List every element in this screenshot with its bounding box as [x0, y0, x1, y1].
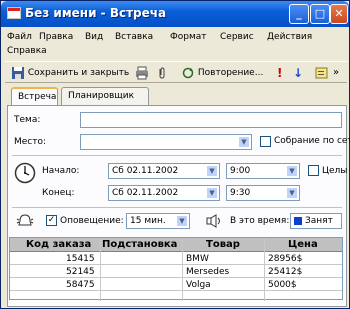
close-button[interactable]: ✕	[330, 4, 348, 24]
table-row[interactable]: 52145 Mersedes 25412$	[10, 266, 342, 278]
end-time-value: 9:30	[230, 188, 251, 198]
reminder-combobox[interactable]: 15 мин. ▼	[126, 213, 190, 229]
chevron-down-icon[interactable]: ▼	[206, 165, 218, 177]
print-button[interactable]	[135, 65, 149, 81]
table-row[interactable]: 15415 BMW 28956$	[10, 253, 342, 265]
attach-button[interactable]	[155, 65, 169, 81]
menu-edit[interactable]: Правка	[39, 32, 73, 42]
recurrence-label: Повторение...	[197, 68, 264, 78]
importance-high-button[interactable]: !	[277, 65, 282, 81]
menu-view[interactable]: Вид	[85, 32, 103, 42]
location-label: Место:	[14, 137, 47, 147]
table-cell: Mersedes	[186, 267, 230, 277]
busy-swatch	[294, 216, 302, 225]
menu-insert[interactable]: Вставка	[115, 32, 153, 42]
window-title: Без имени - Встреча	[25, 6, 167, 20]
start-label: Начало:	[42, 166, 80, 176]
start-time-field[interactable]: 9:00 ▼	[226, 163, 300, 179]
show-as-label: В это время:	[230, 216, 290, 226]
save-and-close-button[interactable]: Сохранить и закрыть	[11, 65, 129, 81]
divider	[12, 207, 342, 208]
menu-format[interactable]: Формат	[170, 32, 207, 42]
reminder-value: 15 мин.	[130, 216, 166, 226]
table-header: Код заказа Подстановка Товар Цена	[10, 238, 342, 252]
save-icon	[11, 66, 25, 80]
table-cell: 25412$	[268, 267, 303, 277]
title-bar[interactable]: Без имени - Встреча _ □ ✕	[1, 1, 349, 27]
menu-help[interactable]: Справка	[7, 46, 47, 56]
chevron-down-icon[interactable]: ▼	[238, 136, 250, 148]
recurrence-button[interactable]: Повторение...	[181, 65, 263, 81]
categories-icon	[315, 66, 329, 80]
table-row[interactable]: 58475 Volga 5000$	[10, 279, 342, 291]
table-cell: 52145	[66, 267, 95, 277]
table-cell: Volga	[186, 280, 211, 290]
appointment-window: Без имени - Встреча _ □ ✕ Файл Правка Ви…	[0, 0, 350, 309]
menu-actions[interactable]: Действия	[267, 32, 312, 42]
table-cell: BMW	[186, 254, 209, 264]
menu-tools[interactable]: Сервис	[220, 32, 254, 42]
maximize-button[interactable]: □	[310, 4, 330, 24]
paperclip-icon	[155, 66, 169, 80]
subject-input[interactable]	[80, 112, 342, 128]
start-date-field[interactable]: Сб 02.11.2002 ▼	[108, 163, 220, 179]
tab-appointment[interactable]: Встреча	[11, 87, 58, 106]
show-as-value: Занят	[305, 216, 333, 226]
all-day-label: Целы	[322, 166, 348, 176]
importance-low-button[interactable]: ↓	[293, 65, 303, 81]
categories-button[interactable]	[315, 65, 329, 81]
menu-file[interactable]: Файл	[7, 32, 32, 42]
clock-icon	[14, 162, 36, 184]
menu-bar: Файл Правка Вид Вставка Формат Сервис Де…	[5, 29, 347, 59]
table-cell: 58475	[66, 280, 95, 290]
online-meeting-label: Собрание по сет	[274, 136, 350, 146]
divider	[12, 155, 342, 156]
tab-scheduling[interactable]: Планировщик	[61, 87, 149, 105]
location-combobox[interactable]: ▼	[80, 134, 252, 150]
reminder-checkbox[interactable]: ✓	[46, 215, 57, 226]
orders-table: Код заказа Подстановка Товар Цена 15415 …	[9, 237, 343, 301]
all-day-checkbox[interactable]	[308, 165, 319, 176]
online-meeting-checkbox[interactable]	[260, 136, 271, 147]
chevron-down-icon[interactable]: ▼	[286, 187, 298, 199]
reminder-label: Оповещение:	[60, 216, 124, 226]
recurrence-icon	[181, 66, 195, 80]
bell-icon	[16, 213, 34, 229]
chevron-down-icon[interactable]: ▼	[286, 165, 298, 177]
table-cell: 5000$	[268, 280, 297, 290]
column-header[interactable]: Товар	[206, 239, 240, 250]
subject-label: Тема:	[14, 115, 41, 125]
toolbar-overflow-icon[interactable]: »	[333, 65, 339, 81]
printer-icon	[135, 66, 149, 80]
toolbar: Сохранить и закрыть Повторение... ! ↓ »	[5, 61, 347, 83]
end-date-field[interactable]: Сб 02.11.2002 ▼	[108, 185, 220, 201]
chevron-down-icon[interactable]: ▼	[176, 215, 188, 227]
show-as-combobox[interactable]: Занят	[290, 213, 342, 229]
minimize-button[interactable]: _	[289, 4, 309, 24]
table-cell: 28956$	[268, 254, 303, 264]
chevron-down-icon[interactable]: ▼	[206, 187, 218, 199]
end-time-field[interactable]: 9:30 ▼	[226, 185, 300, 201]
save-and-close-label: Сохранить и закрыть	[27, 68, 130, 78]
end-label: Конец:	[42, 188, 75, 198]
table-cell: 15415	[66, 254, 95, 264]
appointment-icon	[7, 7, 21, 19]
start-time-value: 9:00	[230, 166, 251, 176]
end-date-value: Сб 02.11.2002	[112, 188, 179, 198]
start-date-value: Сб 02.11.2002	[112, 166, 179, 176]
sound-icon[interactable]	[206, 214, 224, 228]
column-header[interactable]: Код заказа	[26, 239, 91, 250]
column-header[interactable]: Подстановка	[102, 239, 177, 250]
column-header[interactable]: Цена	[288, 239, 318, 250]
